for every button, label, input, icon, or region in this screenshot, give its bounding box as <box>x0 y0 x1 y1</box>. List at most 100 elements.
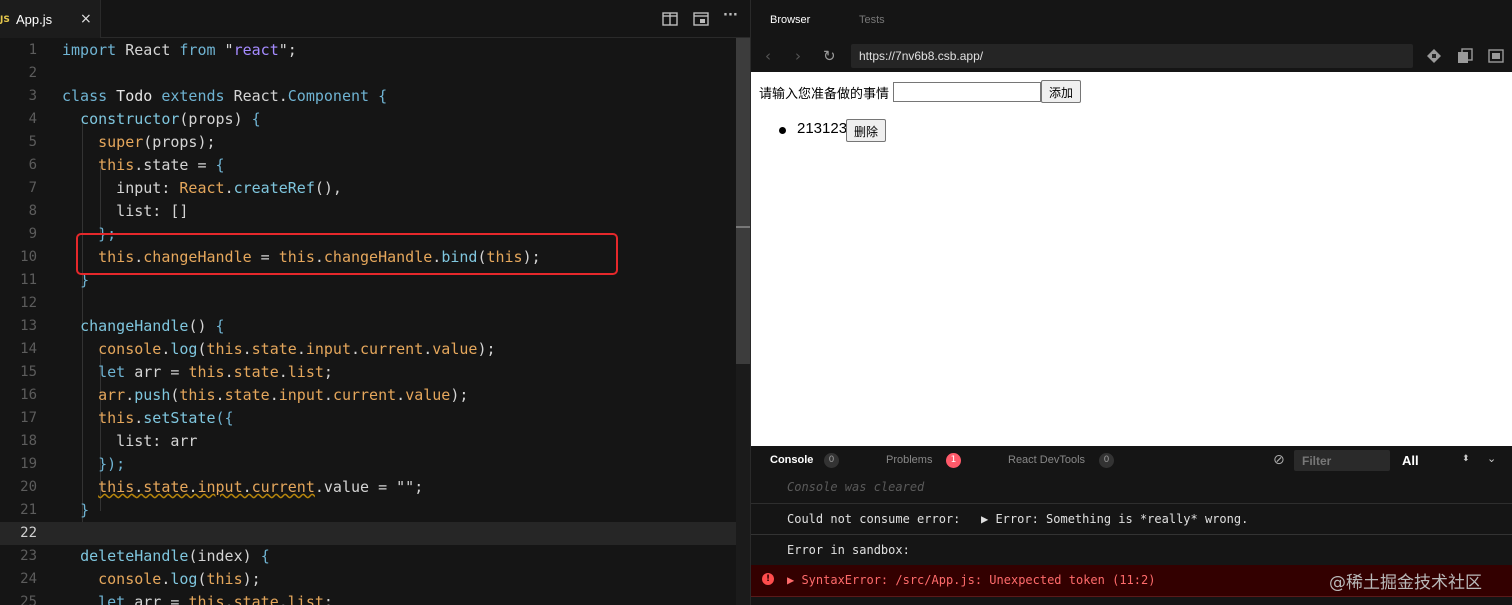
code-line[interactable]: 16 arr.push(this.state.input.current.val… <box>0 384 736 407</box>
tab-problems[interactable]: Problems <box>886 454 932 466</box>
code-line[interactable]: 18 list: arr <box>0 430 736 453</box>
devtools-toggle-icon[interactable] <box>1425 47 1443 65</box>
preview-pane-icon[interactable] <box>692 10 710 28</box>
code-editor[interactable]: JS App.js × ··· 1 import React from "reac… <box>0 0 750 605</box>
console-filter-input[interactable]: Filter <box>1294 450 1390 471</box>
tab-react-devtools[interactable]: React DevTools <box>1008 454 1085 466</box>
todo-item-text: 213123 <box>797 120 848 137</box>
console-line: Error in sandbox: <box>751 535 1512 566</box>
code-line[interactable]: 8 list: [] <box>0 200 736 223</box>
console-error-line: ! ▶ SyntaxError: /src/App.js: Unexpected… <box>751 565 1512 597</box>
syntax-error-text[interactable]: ▶ SyntaxError: /src/App.js: Unexpected t… <box>787 573 1155 587</box>
code-line[interactable]: 14 console.log(this.state.input.current.… <box>0 338 736 361</box>
line-number: 9 <box>28 226 37 242</box>
line-number: 1 <box>28 42 37 58</box>
line-number: 18 <box>20 433 37 449</box>
code-line[interactable]: 3 class Todo extends React.Component { <box>0 85 736 108</box>
code-text: class Todo extends React.Component { <box>62 87 388 105</box>
add-button[interactable]: 添加 <box>1041 80 1082 103</box>
back-icon[interactable]: ‹ <box>765 47 771 65</box>
line-number: 22 <box>20 525 37 541</box>
line-number: 24 <box>20 571 37 587</box>
collapse-console-icon[interactable]: ⌄ <box>1487 452 1496 465</box>
console-panel: Console 0 Problems 1 React DevTools 0 ⊘ … <box>751 446 1512 605</box>
problems-count-badge: 1 <box>946 453 961 468</box>
line-number: 15 <box>20 364 37 380</box>
code-text: list: arr <box>62 432 198 450</box>
line-number: 12 <box>20 295 37 311</box>
console-line: Could not consume error: ▶ Error: Someth… <box>751 504 1512 535</box>
code-line[interactable]: 12 <box>0 292 736 315</box>
code-line[interactable]: 7 input: React.createRef(), <box>0 177 736 200</box>
tab-console[interactable]: Console <box>770 454 813 466</box>
code-text: console.log(this.state.input.current.val… <box>98 340 496 358</box>
line-number: 10 <box>20 249 37 265</box>
code-line[interactable]: 1 import React from "react"; <box>0 39 736 62</box>
code-line[interactable]: 4 constructor(props) { <box>0 108 736 131</box>
console-error-prefix: Could not consume error: <box>787 512 961 526</box>
url-input[interactable]: https://7nv6b8.csb.app/ <box>851 44 1413 68</box>
code-line[interactable]: 21 } <box>0 499 736 522</box>
code-text: super(props); <box>98 133 216 151</box>
code-line[interactable]: 23 deleteHandle(index) { <box>0 545 736 568</box>
todo-input-label: 请输入您准备做的事情 <box>759 87 890 102</box>
more-options-icon[interactable]: ··· <box>723 8 741 26</box>
line-number: 5 <box>28 134 37 150</box>
tab-tests[interactable]: Tests <box>859 14 885 26</box>
line-number: 19 <box>20 456 37 472</box>
open-new-window-icon[interactable] <box>1456 47 1474 65</box>
console-error-detail[interactable]: ▶ Error: Something is *really* wrong. <box>981 512 1248 526</box>
code-area[interactable]: 1 import React from "react"; 2 3 class Todo … <box>0 38 736 605</box>
scrollbar-thumb[interactable] <box>736 38 750 364</box>
code-text: constructor(props) { <box>80 110 261 128</box>
code-line[interactable]: 25 let arr = this.state.list; <box>0 591 736 605</box>
line-number: 7 <box>28 180 37 196</box>
line-number: 23 <box>20 548 37 564</box>
line-number: 17 <box>20 410 37 426</box>
code-line[interactable]: 6 this.state = { <box>0 154 736 177</box>
code-text: import React from "react"; <box>62 41 297 59</box>
delete-button[interactable]: 删除 <box>846 119 887 142</box>
console-sandbox-error: Error in sandbox: <box>787 543 910 557</box>
line-number: 16 <box>20 387 37 403</box>
line-number: 11 <box>20 272 37 288</box>
tab-browser[interactable]: Browser <box>770 14 810 26</box>
refresh-icon[interactable]: ↻ <box>823 47 836 65</box>
code-line[interactable]: 15 let arr = this.state.list; <box>0 361 736 384</box>
code-text: let arr = this.state.list; <box>98 593 333 605</box>
watermark: @稀土掘金技术社区 <box>1329 573 1482 593</box>
file-tab-app-js[interactable]: JS App.js × <box>0 0 101 38</box>
code-line[interactable]: 22 <box>0 522 736 545</box>
code-line[interactable]: 17 this.setState({ <box>0 407 736 430</box>
code-line[interactable]: 24 console.log(this); <box>0 568 736 591</box>
code-line[interactable]: 13 changeHandle() { <box>0 315 736 338</box>
editor-scrollbar[interactable] <box>736 38 750 605</box>
log-level-select[interactable]: All <box>1402 453 1419 468</box>
file-tab-label: App.js <box>16 12 53 27</box>
forward-icon[interactable]: › <box>795 47 801 65</box>
code-line[interactable]: 20 this.state.input.current.value = ""; <box>0 476 736 499</box>
code-text: arr.push(this.state.input.current.value)… <box>98 386 469 404</box>
line-number: 6 <box>28 157 37 173</box>
code-line[interactable]: 2 <box>0 62 736 85</box>
code-line[interactable]: 5 super(props); <box>0 131 736 154</box>
code-text: this.setState({ <box>98 409 234 427</box>
editor-tab-bar: JS App.js × ··· <box>0 0 750 38</box>
code-text: input: React.createRef(), <box>62 179 342 197</box>
javascript-file-icon: JS <box>0 15 10 25</box>
line-number: 25 <box>20 594 37 605</box>
code-text: this.state = { <box>98 156 225 174</box>
code-text: console.log(this); <box>98 570 261 588</box>
code-text: deleteHandle(index) { <box>80 547 270 565</box>
expand-preview-icon[interactable] <box>1487 47 1505 65</box>
highlight-annotation-box <box>76 233 618 275</box>
code-line[interactable]: 19 }); <box>0 453 736 476</box>
split-editor-icon[interactable] <box>661 10 679 28</box>
error-icon: ! <box>762 573 774 585</box>
clear-console-icon[interactable]: ⊘ <box>1273 452 1285 468</box>
close-tab-icon[interactable]: × <box>80 11 92 27</box>
line-number: 4 <box>28 111 37 127</box>
todo-input-field[interactable] <box>893 82 1041 102</box>
level-select-arrow-icon[interactable]: ⬍ <box>1462 454 1470 464</box>
line-number: 8 <box>28 203 37 219</box>
